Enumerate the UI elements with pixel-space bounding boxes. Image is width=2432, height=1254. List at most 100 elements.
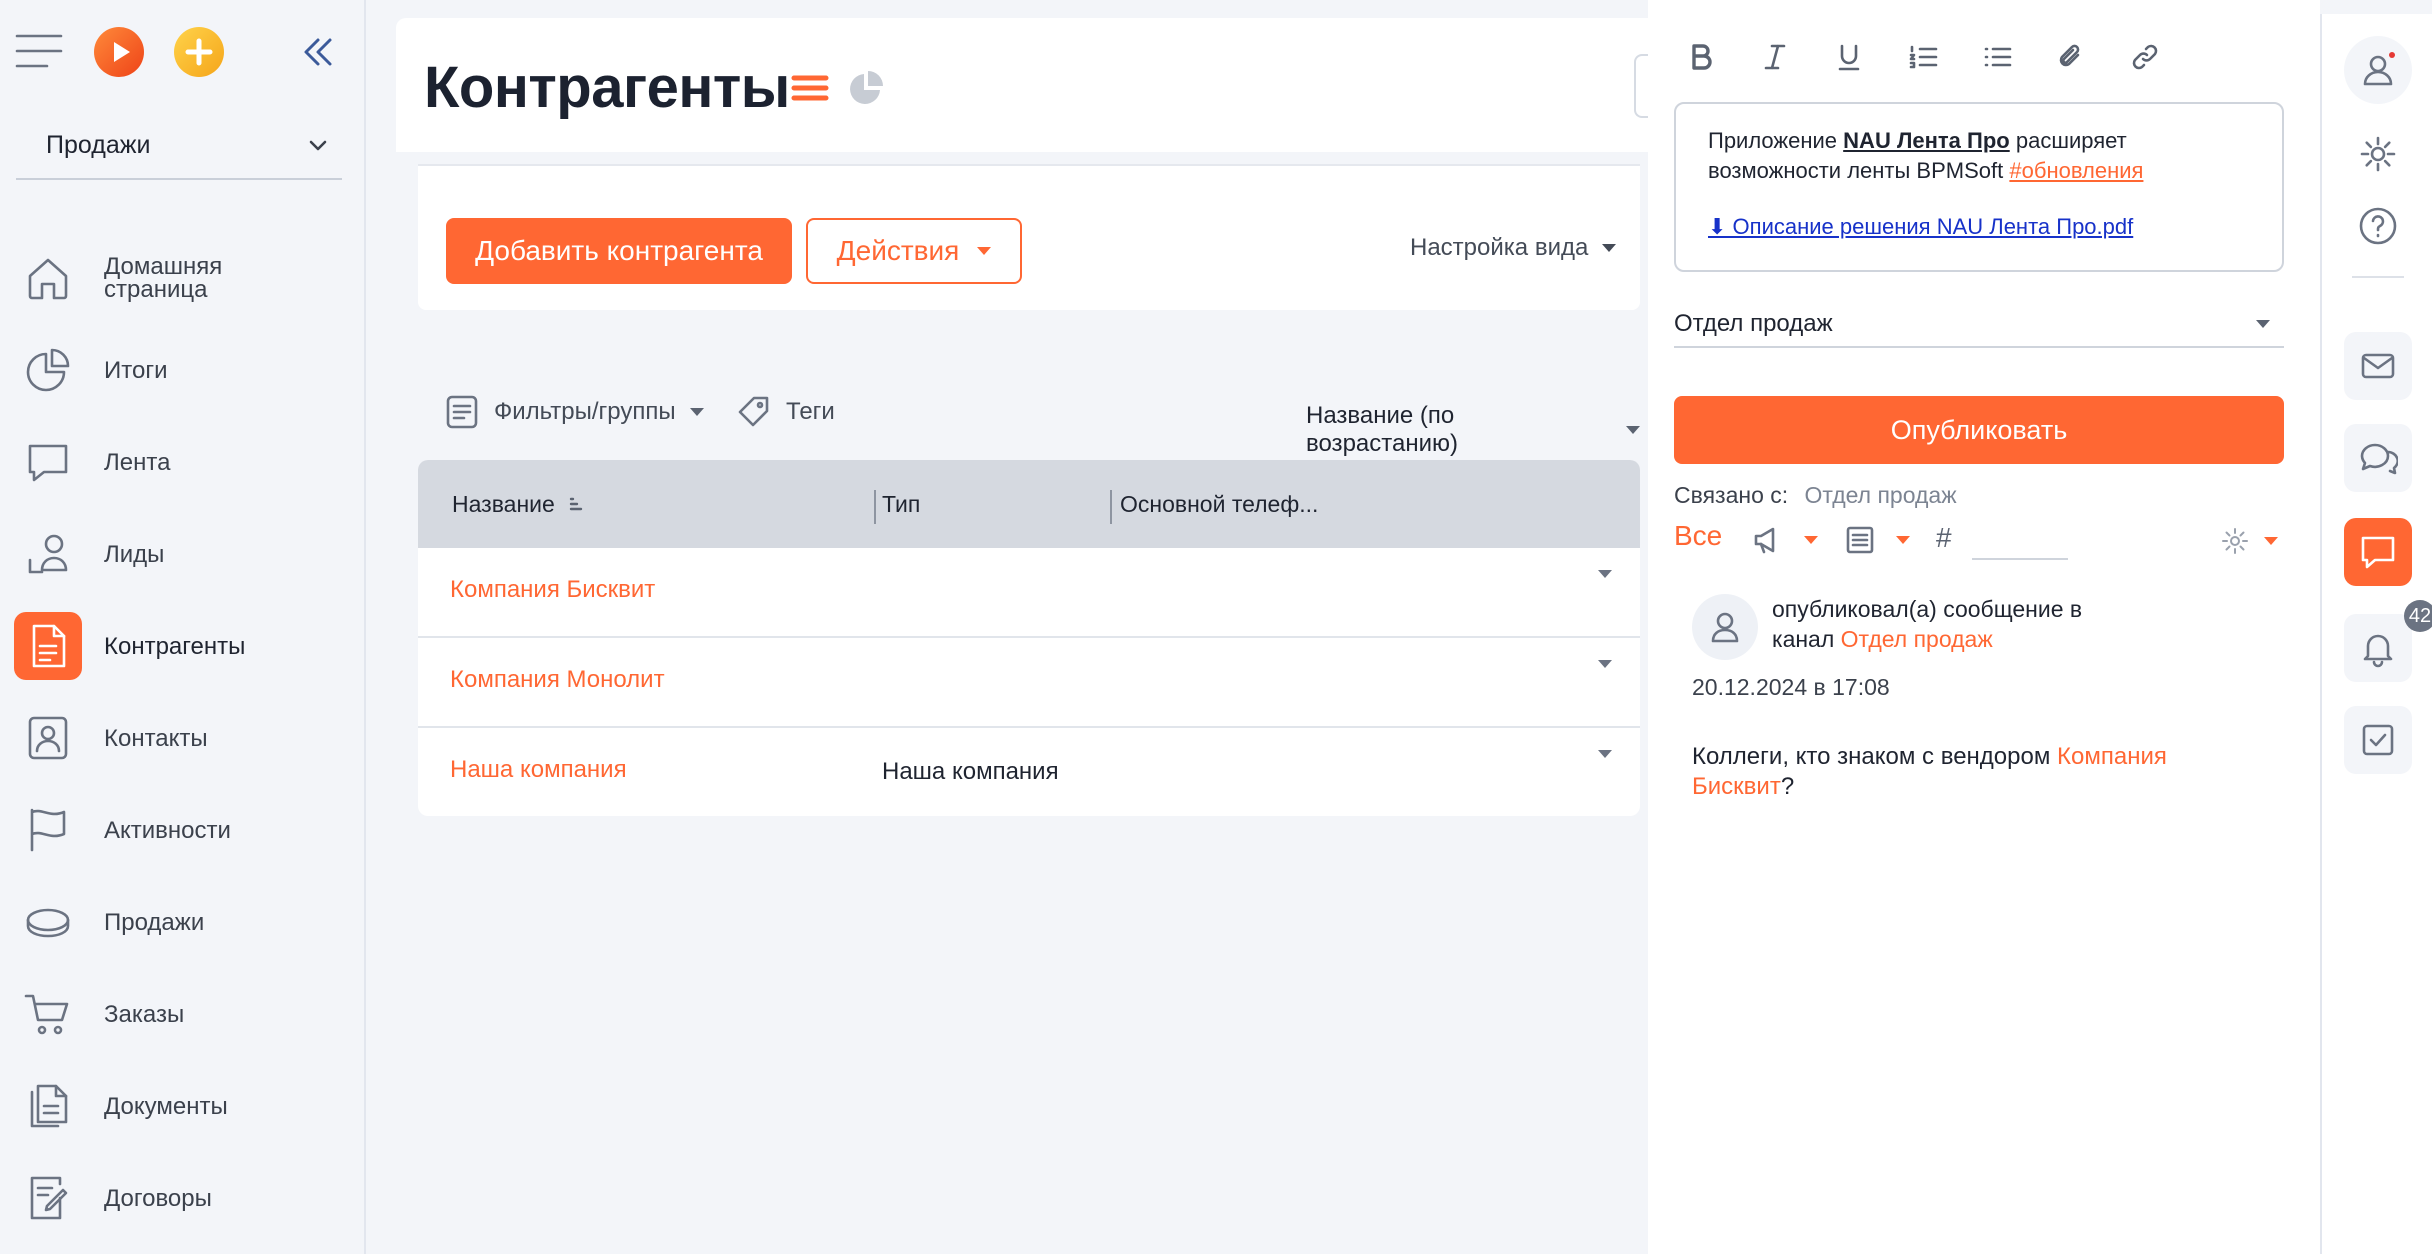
entity-filter[interactable] xyxy=(1844,524,1910,556)
page-title: Контрагенты xyxy=(424,55,790,120)
home-icon xyxy=(14,244,82,312)
filters-label: Фильтры/группы xyxy=(494,398,676,425)
sidebar-item-activities[interactable]: Активности xyxy=(14,792,354,868)
chat-bubble-icon xyxy=(2361,536,2395,569)
sidebar-item-orders[interactable]: Заказы xyxy=(14,976,354,1052)
feed-settings-button[interactable] xyxy=(2220,526,2278,556)
right-rail: 42 xyxy=(2320,14,2432,1254)
feed-filters: Все # xyxy=(1674,520,2284,564)
underline-icon[interactable] xyxy=(1832,40,1866,74)
add-contractor-button[interactable]: Добавить контрагента xyxy=(446,218,792,284)
gear-icon xyxy=(2360,136,2396,172)
sidebar-item-documents[interactable]: Документы xyxy=(14,1068,354,1144)
column-header-name[interactable]: Название xyxy=(452,460,587,548)
sidebar-item-label: Договоры xyxy=(104,1184,212,1212)
email-button[interactable] xyxy=(2344,332,2412,400)
add-icon[interactable] xyxy=(174,27,224,77)
publish-button[interactable]: Опубликовать xyxy=(1674,396,2284,464)
tasks-button[interactable] xyxy=(2344,706,2412,774)
gear-icon xyxy=(2222,528,2248,554)
hashtag-filter-input[interactable] xyxy=(1972,520,2068,560)
avatar[interactable] xyxy=(1692,594,1758,660)
sidebar-item-label: Домашняя страница xyxy=(104,253,223,303)
tags-button[interactable]: Теги xyxy=(736,394,835,430)
list-view-icon[interactable] xyxy=(790,68,830,108)
chats-button[interactable] xyxy=(2344,424,2412,492)
documents-icon xyxy=(14,1072,82,1140)
analytics-view-icon[interactable] xyxy=(846,68,886,108)
play-icon[interactable] xyxy=(94,27,144,77)
numbered-list-icon[interactable] xyxy=(1906,40,1940,74)
contractor-name-link[interactable]: Компания Бисквит xyxy=(450,576,655,604)
sidebar-item-home[interactable]: Домашняя страница xyxy=(14,240,354,316)
filters-row: Фильтры/группы Теги Название (по возраст… xyxy=(418,388,1640,457)
sidebar-item-sales[interactable]: Продажи xyxy=(14,884,354,960)
workspace-select-value: Продажи xyxy=(46,130,151,159)
bold-icon[interactable] xyxy=(1684,40,1718,74)
sidebar-item-label: Контрагенты xyxy=(104,632,246,660)
editor-hashtag[interactable]: #обновления xyxy=(2009,158,2143,183)
sort-select[interactable]: Название (по возрастанию) xyxy=(1306,402,1640,458)
notifications-badge: 42 xyxy=(2404,600,2432,632)
sidebar-item-results[interactable]: Итоги xyxy=(14,332,354,408)
channel-select[interactable]: Отдел продаж xyxy=(1674,302,2284,348)
help-button[interactable] xyxy=(2344,192,2412,260)
link-icon[interactable] xyxy=(2128,40,2162,74)
caret-down-icon xyxy=(689,408,704,416)
document-icon xyxy=(14,612,82,680)
filters-groups-button[interactable]: Фильтры/группы xyxy=(444,394,704,430)
contractor-name-link[interactable]: Компания Монолит xyxy=(450,666,665,694)
section-toolbar: Добавить контрагента Действия Настройка … xyxy=(418,164,1640,310)
channel-select-value: Отдел продаж xyxy=(1674,310,1833,337)
sidebar-item-contracts[interactable]: Договоры xyxy=(14,1160,354,1236)
column-header-type[interactable]: Тип xyxy=(882,460,920,548)
column-resize-handle[interactable] xyxy=(1110,490,1112,524)
sidebar-item-contractors[interactable]: Контрагенты xyxy=(14,608,354,684)
post-editor[interactable]: Приложение NAU Лента Про расширяет возмо… xyxy=(1674,102,2284,272)
sidebar-item-label: Контакты xyxy=(104,724,208,752)
view-settings-button[interactable]: Настройка вида xyxy=(1410,234,1617,262)
editor-file-link[interactable]: ⬇ Описание решения NAU Лента Про.pdf xyxy=(1708,212,2250,242)
column-header-phone[interactable]: Основной телеф... xyxy=(1120,460,1318,548)
sidebar-item-label: Активности xyxy=(104,816,231,844)
help-icon xyxy=(2359,207,2397,245)
column-header-label: Тип xyxy=(882,490,921,517)
hashtag-filter-symbol: # xyxy=(1936,522,1952,553)
settings-button[interactable] xyxy=(2344,120,2412,188)
table-row[interactable]: Компания Монолит xyxy=(418,638,1640,728)
list-doc-icon xyxy=(1846,526,1874,554)
bullet-list-icon[interactable] xyxy=(1980,40,2014,74)
linked-value[interactable]: Отдел продаж xyxy=(1805,482,1957,508)
post-body: Коллеги, кто знаком с вендором Компания … xyxy=(1692,742,2212,802)
collapse-sidebar-icon[interactable] xyxy=(298,32,338,72)
row-expand-icon[interactable] xyxy=(1598,660,1612,668)
sidebar-item-label: Лиды xyxy=(104,540,165,568)
actions-button[interactable]: Действия xyxy=(806,218,1022,284)
user-icon xyxy=(1711,612,1739,643)
profile-button[interactable] xyxy=(2344,36,2412,104)
row-expand-icon[interactable] xyxy=(1598,750,1612,758)
chevron-down-icon xyxy=(309,140,327,151)
column-resize-handle[interactable] xyxy=(874,490,876,524)
table-row[interactable]: Наша компания Наша компания xyxy=(418,728,1640,816)
row-expand-icon[interactable] xyxy=(1598,570,1612,578)
workspace-select[interactable]: Продажи xyxy=(16,112,342,180)
contractor-name-link[interactable]: Наша компания xyxy=(450,756,627,784)
attachment-icon[interactable] xyxy=(2054,40,2088,74)
sidebar-item-label: Заказы xyxy=(104,1000,185,1028)
italic-icon[interactable] xyxy=(1758,40,1792,74)
table-row[interactable]: Компания Бисквит xyxy=(418,548,1640,638)
post-channel-link[interactable]: Отдел продаж xyxy=(1841,626,1993,652)
feed-button[interactable] xyxy=(2344,518,2412,586)
sidebar-item-label: Итоги xyxy=(104,356,168,384)
post-text: Коллеги, кто знаком с вендором xyxy=(1692,743,2051,770)
editor-text: Приложение xyxy=(1708,128,1838,153)
sidebar-item-contacts[interactable]: Контакты xyxy=(14,700,354,776)
filter-all-tab[interactable]: Все xyxy=(1674,520,1722,552)
menu-icon[interactable] xyxy=(14,32,64,70)
megaphone-icon xyxy=(1754,527,1775,554)
sidebar-item-leads[interactable]: Лиды xyxy=(14,516,354,592)
notifications-button[interactable]: 42 xyxy=(2344,600,2432,682)
channel-filter[interactable] xyxy=(1752,524,1818,556)
sidebar-item-feed[interactable]: Лента xyxy=(14,424,354,500)
